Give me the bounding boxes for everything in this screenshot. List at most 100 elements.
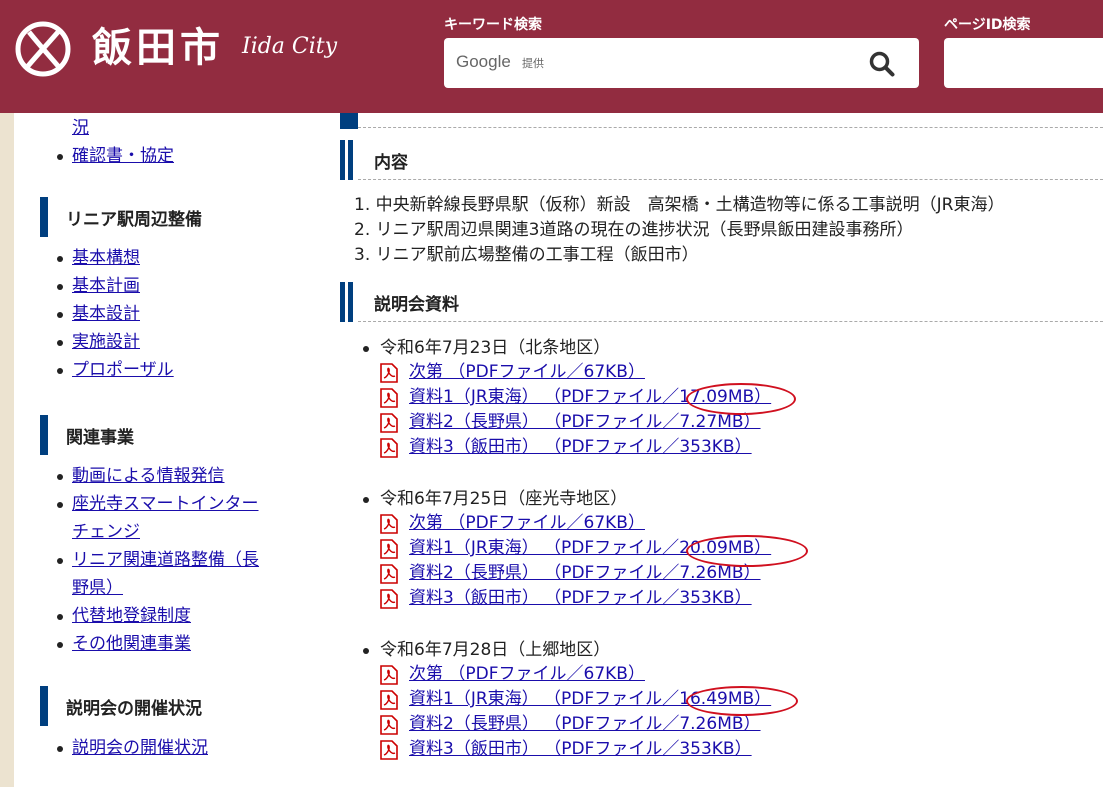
sidebar-group-related: 動画による情報発信 座光寺スマートインター チェンジ リニア関連道路整備（長 野… bbox=[57, 462, 302, 658]
google-provided-label: 提供 bbox=[522, 57, 544, 70]
sidebar-heading-briefing: 説明会の開催状況 bbox=[40, 686, 318, 726]
doc-row: 資料3（飯田市） （PDFファイル／353KB） bbox=[380, 737, 1100, 762]
sidebar-link[interactable]: 説明会の開催状況 bbox=[72, 738, 208, 758]
pdf-link[interactable]: 資料3（飯田市） （PDFファイル／353KB） bbox=[409, 737, 752, 761]
sidebar-item[interactable]: 基本計画 bbox=[57, 272, 302, 300]
heading-marker bbox=[340, 140, 345, 180]
sidebar-group-linear-station: 基本構想 基本計画 基本設計 実施設計 プロポーザル bbox=[57, 244, 302, 384]
heading-label: 内容 bbox=[374, 153, 408, 173]
pdf-link[interactable]: 資料2（長野県） （PDFファイル／7.26MB） bbox=[409, 561, 761, 585]
pdf-icon bbox=[380, 690, 398, 710]
sidebar-heading-related: 関連事業 bbox=[40, 415, 318, 455]
pdf-icon bbox=[380, 413, 398, 433]
pdf-link[interactable]: 次第 （PDFファイル／67KB） bbox=[409, 360, 645, 384]
pdf-link[interactable]: 資料2（長野県） （PDFファイル／7.27MB） bbox=[409, 410, 761, 434]
sidebar-heading-linear-station: リニア駅周辺整備 bbox=[40, 197, 318, 237]
sidebar-item-agreement[interactable]: 確認書・協定 bbox=[57, 142, 302, 170]
section-marker bbox=[340, 113, 358, 129]
site-header: 飯田市 Iida City キーワード検索 Google 提供 ページID検索 bbox=[0, 0, 1103, 113]
sidebar-item[interactable]: 実施設計 bbox=[57, 328, 302, 356]
sidebar-heading-label: 説明会の開催状況 bbox=[66, 699, 202, 719]
pdf-icon bbox=[380, 665, 398, 685]
sidebar-link[interactable]: 実施設計 bbox=[72, 332, 140, 352]
divider bbox=[358, 321, 1103, 322]
iida-logo-icon[interactable] bbox=[14, 20, 72, 78]
google-brand: Google bbox=[456, 52, 511, 71]
keyword-search-label: キーワード検索 bbox=[444, 17, 542, 33]
sidebar-link[interactable]: 座光寺スマートインター bbox=[72, 494, 259, 514]
pdf-icon bbox=[380, 363, 398, 383]
pdf-link[interactable]: 資料3（飯田市） （PDFファイル／353KB） bbox=[409, 586, 752, 610]
pdf-link[interactable]: 資料3（飯田市） （PDFファイル／353KB） bbox=[409, 435, 752, 459]
sidebar-heading-label: リニア駅周辺整備 bbox=[66, 210, 202, 230]
pdf-icon bbox=[380, 589, 398, 609]
sidebar-link[interactable]: 動画による情報発信 bbox=[72, 466, 225, 486]
sidebar-link[interactable]: リニア関連道路整備（長 bbox=[72, 550, 259, 570]
sidebar-link[interactable]: 況 bbox=[72, 118, 89, 138]
highlight-ellipse bbox=[686, 383, 796, 415]
meeting-title: 令和6年7月23日（北条地区） bbox=[363, 336, 1100, 360]
heading-naiyo: 内容 bbox=[340, 140, 1103, 180]
keyword-search-input[interactable]: Google 提供 bbox=[444, 38, 919, 88]
heading-marker bbox=[340, 282, 345, 322]
doc-row: 次第 （PDFファイル／67KB） bbox=[380, 511, 1100, 536]
pdf-link[interactable]: 次第 （PDFファイル／67KB） bbox=[409, 511, 645, 535]
highlight-ellipse bbox=[686, 535, 808, 567]
sidebar-link[interactable]: 基本構想 bbox=[72, 248, 140, 268]
doc-row: 次第 （PDFファイル／67KB） bbox=[380, 662, 1100, 687]
sidebar-item[interactable]: 説明会の開催状況 bbox=[57, 734, 302, 762]
sidebar-link[interactable]: 野県） bbox=[72, 578, 123, 598]
sidebar-link[interactable]: その他関連事業 bbox=[72, 634, 191, 654]
pdf-icon bbox=[380, 564, 398, 584]
pageid-search-label: ページID検索 bbox=[944, 17, 1031, 33]
sidebar-item[interactable]: その他関連事業 bbox=[57, 630, 302, 658]
pdf-icon bbox=[380, 715, 398, 735]
sidebar: 況 確認書・協定 リニア駅周辺整備 基本構想 基本計画 基本設計 実施設計 プロ… bbox=[14, 113, 314, 787]
sidebar-heading-label: 関連事業 bbox=[66, 428, 134, 448]
search-icon[interactable] bbox=[869, 51, 895, 77]
heading-materials: 説明会資料 bbox=[340, 282, 1103, 322]
sidebar-stripe bbox=[0, 113, 14, 787]
sidebar-item[interactable]: 野県） bbox=[72, 574, 302, 602]
sidebar-link[interactable]: 基本設計 bbox=[72, 304, 140, 324]
sidebar-item[interactable]: 座光寺スマートインター bbox=[57, 490, 302, 518]
meeting-title: 令和6年7月25日（座光寺地区） bbox=[363, 487, 1100, 511]
pageid-search-input[interactable] bbox=[944, 38, 1103, 88]
sidebar-item[interactable]: 動画による情報発信 bbox=[57, 462, 302, 490]
site-logo-subtitle: Iida City bbox=[242, 34, 338, 59]
pdf-icon bbox=[380, 539, 398, 559]
sidebar-item[interactable]: リニア関連道路整備（長 bbox=[57, 546, 302, 574]
sidebar-link[interactable]: プロポーザル bbox=[72, 360, 174, 380]
sidebar-item[interactable]: 基本構想 bbox=[57, 244, 302, 272]
pdf-link[interactable]: 次第 （PDFファイル／67KB） bbox=[409, 662, 645, 686]
sidebar-link[interactable]: チェンジ bbox=[72, 522, 140, 542]
sidebar-link[interactable]: 確認書・協定 bbox=[72, 146, 174, 166]
sidebar-group-0: 況 確認書・協定 bbox=[57, 114, 302, 170]
sidebar-item[interactable]: プロポーザル bbox=[57, 356, 302, 384]
sidebar-item[interactable]: 基本設計 bbox=[57, 300, 302, 328]
sidebar-item[interactable]: チェンジ bbox=[72, 518, 302, 546]
site-logo-text[interactable]: 飯田市 bbox=[92, 20, 224, 76]
content-item: 3. リニア駅前広場整備の工事工程（飯田市） bbox=[354, 245, 699, 265]
doc-row: 資料3（飯田市） （PDFファイル／353KB） bbox=[380, 586, 1100, 611]
doc-row: 次第 （PDFファイル／67KB） bbox=[380, 360, 1100, 385]
sidebar-link[interactable]: 基本計画 bbox=[72, 276, 140, 296]
content-list: 1. 中央新幹線長野県駅（仮称）新設 高架橋・土構造物等に係る工事説明（JR東海… bbox=[354, 193, 1004, 268]
content-item: 2. リニア駅周辺県関連3道路の現在の進捗状況（長野県飯田建設事務所） bbox=[354, 220, 914, 240]
pdf-icon bbox=[380, 438, 398, 458]
content-item: 1. 中央新幹線長野県駅（仮称）新設 高架橋・土構造物等に係る工事説明（JR東海… bbox=[354, 195, 1005, 215]
highlight-ellipse bbox=[686, 686, 798, 716]
pdf-icon bbox=[380, 514, 398, 534]
sidebar-group-briefing: 説明会の開催状況 bbox=[57, 734, 302, 762]
pdf-icon bbox=[380, 740, 398, 760]
divider bbox=[358, 127, 1103, 128]
sidebar-item[interactable]: 代替地登録制度 bbox=[57, 602, 302, 630]
pdf-icon bbox=[380, 388, 398, 408]
sidebar-link[interactable]: 代替地登録制度 bbox=[72, 606, 191, 626]
pdf-link[interactable]: 資料2（長野県） （PDFファイル／7.26MB） bbox=[409, 712, 761, 736]
divider bbox=[358, 179, 1103, 180]
meeting-title: 令和6年7月28日（上郷地区） bbox=[363, 638, 1100, 662]
sidebar-item-continued[interactable]: 況 bbox=[72, 114, 302, 142]
doc-row: 資料3（飯田市） （PDFファイル／353KB） bbox=[380, 435, 1100, 460]
heading-label: 説明会資料 bbox=[374, 295, 459, 315]
